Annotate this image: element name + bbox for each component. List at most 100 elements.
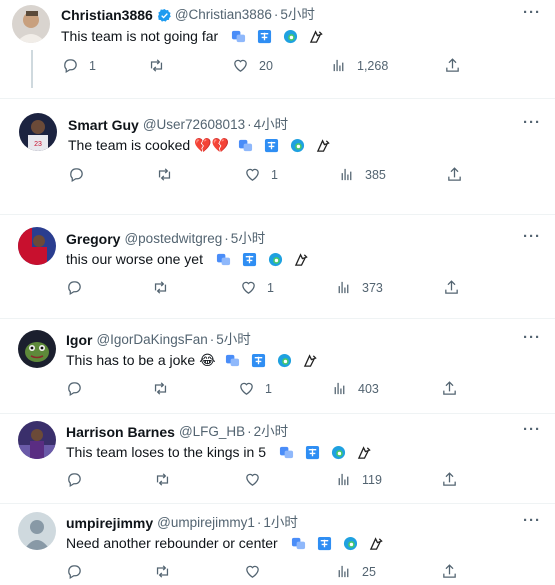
- user-handle[interactable]: @LFG_HB: [179, 423, 245, 441]
- retweet-button[interactable]: [154, 471, 181, 488]
- more-options-button[interactable]: ···: [523, 4, 541, 21]
- reply-button[interactable]: [66, 279, 93, 296]
- retweet-button[interactable]: [148, 57, 175, 74]
- views-button[interactable]: 119: [335, 471, 382, 488]
- like-button[interactable]: 1: [238, 380, 272, 397]
- feedback-extension-icon[interactable]: [294, 252, 309, 267]
- timestamp[interactable]: 2小时: [254, 423, 289, 441]
- translate-extension-icon[interactable]: [238, 138, 253, 153]
- reply-button[interactable]: [68, 166, 95, 183]
- share-button[interactable]: [444, 57, 461, 74]
- retweet-button[interactable]: [156, 166, 183, 183]
- share-button[interactable]: [441, 380, 458, 397]
- display-name[interactable]: Christian3886: [61, 6, 153, 24]
- share-button[interactable]: [441, 563, 458, 580]
- views-button[interactable]: 25: [335, 563, 376, 580]
- user-handle[interactable]: @umpirejimmy1: [157, 514, 255, 532]
- display-name[interactable]: Harrison Barnes: [66, 423, 175, 441]
- feedback-extension-icon[interactable]: [316, 138, 331, 153]
- edge-extension-icon[interactable]: [277, 353, 292, 368]
- reply-button[interactable]: 1: [62, 57, 96, 74]
- avatar[interactable]: [18, 512, 56, 550]
- display-name[interactable]: Smart Guy: [68, 116, 139, 134]
- feedback-extension-icon[interactable]: [357, 445, 372, 460]
- views-button[interactable]: 1,268: [330, 57, 388, 74]
- view-count: 1,268: [357, 58, 389, 73]
- retweet-button[interactable]: [152, 380, 179, 397]
- like-button[interactable]: [244, 471, 271, 488]
- reply-button[interactable]: [66, 471, 93, 488]
- retweet-button[interactable]: [152, 279, 179, 296]
- translate-badge-icon[interactable]: [264, 138, 279, 153]
- views-button[interactable]: 373: [335, 279, 383, 296]
- like-count: 20: [259, 58, 273, 73]
- translate-extension-icon[interactable]: [225, 353, 240, 368]
- retweet-icon: [154, 281, 167, 294]
- user-handle[interactable]: @IgorDaKingsFan: [96, 331, 207, 349]
- avatar[interactable]: [18, 330, 56, 368]
- more-options-button[interactable]: ···: [523, 512, 541, 529]
- tweet-header: Gregory @postedwitgreg · 5小时: [66, 230, 265, 248]
- retweet-button[interactable]: [154, 563, 181, 580]
- edge-extension-icon[interactable]: [290, 138, 305, 153]
- user-handle[interactable]: @User72608013: [143, 116, 245, 134]
- timestamp[interactable]: 5小时: [216, 331, 251, 349]
- separator-dot: ·: [273, 7, 279, 22]
- retweet-icon: [150, 59, 163, 72]
- user-handle[interactable]: @Christian3886: [175, 6, 272, 24]
- timestamp[interactable]: 5小时: [231, 230, 266, 248]
- view-count: 403: [358, 381, 379, 396]
- translate-badge-icon[interactable]: [257, 29, 272, 44]
- translate-extension-icon[interactable]: [291, 536, 306, 551]
- user-handle[interactable]: @postedwitgreg: [124, 230, 222, 248]
- extension-icons: [225, 353, 318, 368]
- more-options-button[interactable]: ···: [523, 228, 541, 245]
- timestamp[interactable]: 4小时: [254, 116, 289, 134]
- avatar[interactable]: [12, 5, 50, 43]
- share-icon: [446, 58, 459, 72]
- reply-button[interactable]: [66, 563, 93, 580]
- like-button[interactable]: 1: [240, 279, 274, 296]
- like-button[interactable]: 20: [232, 57, 273, 74]
- svg-text:23: 23: [34, 141, 42, 148]
- timestamp[interactable]: 5小时: [280, 6, 315, 24]
- share-button[interactable]: [443, 279, 460, 296]
- edge-extension-icon[interactable]: [283, 29, 298, 44]
- translate-extension-icon[interactable]: [231, 29, 246, 44]
- tweet-actions: 1 20 1,268: [0, 57, 555, 75]
- share-button[interactable]: [441, 471, 458, 488]
- more-options-button[interactable]: ···: [523, 329, 541, 346]
- translate-badge-icon[interactable]: [317, 536, 332, 551]
- avatar[interactable]: 23: [19, 113, 57, 151]
- edge-extension-icon[interactable]: [343, 536, 358, 551]
- display-name[interactable]: umpirejimmy: [66, 514, 153, 532]
- reply-icon: [64, 59, 77, 74]
- share-button[interactable]: [446, 166, 463, 183]
- separator-dot: ·: [256, 515, 262, 530]
- avatar[interactable]: [18, 421, 56, 459]
- translate-badge-icon[interactable]: [242, 252, 257, 267]
- translate-extension-icon[interactable]: [216, 252, 231, 267]
- timestamp[interactable]: 1小时: [263, 514, 298, 532]
- extension-icons: [279, 445, 372, 460]
- views-button[interactable]: 385: [338, 166, 386, 183]
- feedback-extension-icon[interactable]: [303, 353, 318, 368]
- display-name[interactable]: Igor: [66, 331, 92, 349]
- translate-extension-icon[interactable]: [279, 445, 294, 460]
- edge-extension-icon[interactable]: [268, 252, 283, 267]
- reply-count: 1: [89, 58, 96, 73]
- like-button[interactable]: 1: [244, 166, 278, 183]
- views-button[interactable]: 403: [331, 380, 379, 397]
- more-options-button[interactable]: ···: [523, 421, 541, 438]
- display-name[interactable]: Gregory: [66, 230, 120, 248]
- like-button[interactable]: [244, 563, 271, 580]
- feedback-extension-icon[interactable]: [309, 29, 324, 44]
- translate-badge-icon[interactable]: [305, 445, 320, 460]
- separator-dot: ·: [247, 424, 252, 439]
- reply-button[interactable]: [66, 380, 93, 397]
- edge-extension-icon[interactable]: [331, 445, 346, 460]
- translate-badge-icon[interactable]: [251, 353, 266, 368]
- more-options-button[interactable]: ···: [523, 114, 541, 131]
- avatar[interactable]: [18, 227, 56, 265]
- feedback-extension-icon[interactable]: [369, 536, 384, 551]
